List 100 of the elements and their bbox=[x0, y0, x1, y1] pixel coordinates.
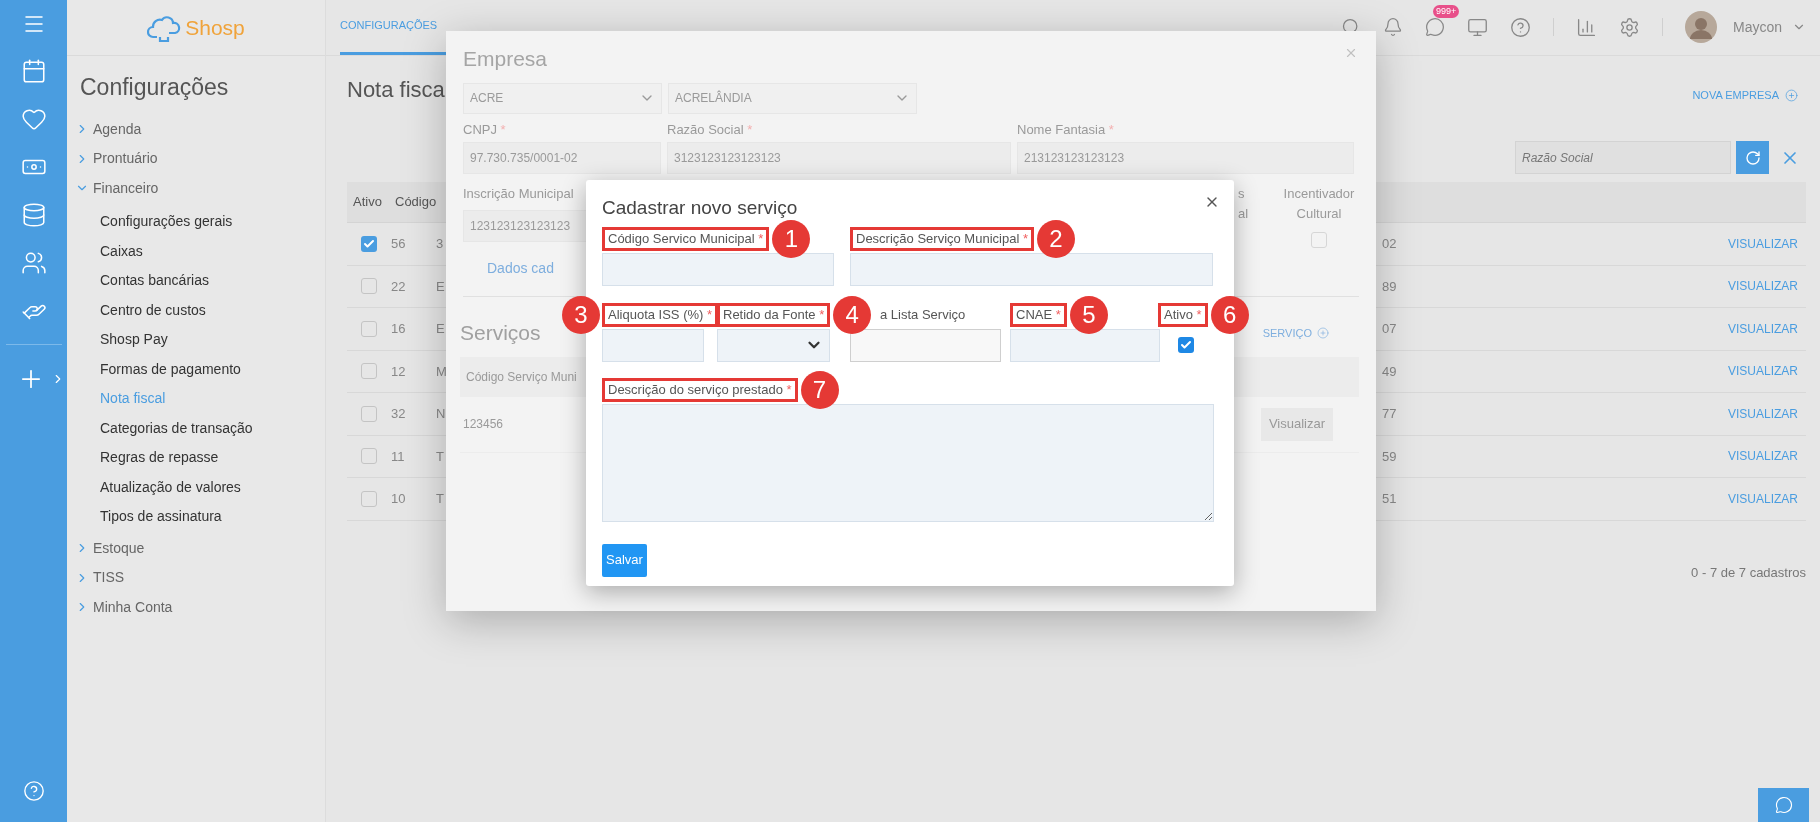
new-company-link[interactable]: NOVA EMPRESA bbox=[1692, 86, 1779, 104]
page-title: Nota fisca bbox=[347, 75, 445, 104]
checkbox[interactable] bbox=[361, 278, 377, 295]
table-cell-text: 22 bbox=[391, 277, 407, 296]
column-header: Código bbox=[394, 193, 437, 212]
chat-icon bbox=[1774, 796, 1793, 814]
field-label: a Lista Serviço bbox=[879, 305, 967, 324]
input-field[interactable] bbox=[602, 252, 834, 286]
people-icon[interactable] bbox=[20, 250, 47, 276]
field-label: CNAE * bbox=[1010, 302, 1067, 327]
sidebar-item[interactable]: Financeiro bbox=[75, 173, 325, 203]
view-button[interactable]: Visualizar bbox=[1260, 407, 1333, 441]
table-cell-text: 10 bbox=[391, 490, 407, 508]
sidebar-item[interactable]: Minha Conta bbox=[75, 592, 325, 622]
bell-icon[interactable] bbox=[1382, 17, 1403, 37]
table-cell-text: E bbox=[436, 320, 446, 338]
sidebar-item[interactable]: Agenda bbox=[75, 114, 325, 144]
plus-circle-icon[interactable] bbox=[1785, 88, 1798, 102]
refresh-button[interactable] bbox=[1736, 141, 1769, 174]
table-cell-text: T bbox=[436, 490, 445, 508]
checkbox[interactable] bbox=[361, 448, 377, 465]
column-header: Código Serviço Muni bbox=[465, 368, 577, 386]
chat-button[interactable] bbox=[1758, 788, 1809, 822]
column-header: Ativo bbox=[352, 193, 383, 212]
annotation-marker: 4 bbox=[833, 295, 872, 334]
checkbox[interactable] bbox=[361, 320, 377, 337]
view-link[interactable]: VISUALIZAR bbox=[1727, 277, 1798, 296]
settings-icon[interactable] bbox=[1618, 16, 1640, 38]
table-cell-text: 56 bbox=[391, 235, 407, 253]
chart-icon[interactable] bbox=[1575, 16, 1597, 38]
save-button[interactable]: Salvar bbox=[602, 543, 647, 577]
select-field[interactable]: ACRE bbox=[463, 82, 662, 114]
input-field[interactable]: 213123123123123 bbox=[1017, 142, 1354, 174]
table-cell-text: 49 bbox=[1382, 362, 1397, 381]
input-field[interactable] bbox=[850, 252, 1213, 286]
sidebar-subitem[interactable]: Configurações gerais bbox=[100, 207, 325, 237]
chat-icon[interactable] bbox=[1424, 17, 1445, 37]
check-icon bbox=[363, 237, 375, 250]
input-field[interactable]: 3123123123123123 bbox=[667, 142, 1011, 174]
table-cell-text: N bbox=[436, 405, 446, 423]
checkbox[interactable] bbox=[1311, 232, 1327, 248]
sidebar-subitem[interactable]: Nota fiscal bbox=[100, 384, 325, 414]
sidebar-subitem[interactable]: Categorias de transação bbox=[100, 413, 325, 443]
sidebar-item[interactable]: TISS bbox=[75, 563, 325, 593]
sidebar-subitem[interactable]: Tipos de assinatura bbox=[100, 502, 325, 532]
select-field[interactable] bbox=[717, 328, 830, 362]
input-field[interactable]: 97.730.735/0001-02 bbox=[463, 142, 661, 174]
table-cell-text: 3 bbox=[436, 235, 445, 253]
calendar-icon[interactable] bbox=[20, 58, 47, 84]
table-cell-text: E bbox=[436, 277, 446, 296]
sidebar-item[interactable]: Prontuário bbox=[75, 144, 325, 174]
table-cell-text: 02 bbox=[1382, 235, 1397, 253]
monitor-icon[interactable] bbox=[1466, 16, 1488, 38]
field-label: Inscrição Municipal bbox=[463, 185, 575, 203]
pagination-info: 0 - 7 de 7 cadastros bbox=[1691, 563, 1806, 582]
table-cell-text: M bbox=[436, 362, 446, 381]
table-cell-text: 123456 bbox=[462, 416, 504, 433]
table-cell-text: 59 bbox=[1382, 447, 1397, 466]
field-label: Descrição do serviço prestado * bbox=[602, 377, 798, 402]
view-link[interactable]: VISUALIZAR bbox=[1727, 234, 1798, 253]
view-link[interactable]: VISUALIZAR bbox=[1727, 447, 1798, 466]
avatar[interactable] bbox=[1684, 11, 1717, 43]
view-link[interactable]: VISUALIZAR bbox=[1727, 489, 1798, 508]
sidebar-subitem[interactable]: Regras de repasse bbox=[100, 443, 325, 473]
search-field[interactable]: Razão Social bbox=[1515, 141, 1731, 174]
count-badge: 999+ bbox=[1432, 5, 1460, 18]
select-field[interactable]: ACRELÂNDIA bbox=[668, 82, 917, 114]
sidebar-subitem[interactable]: Shosp Pay bbox=[100, 325, 325, 355]
input-field[interactable] bbox=[602, 328, 704, 362]
field-label: s al bbox=[1237, 185, 1250, 223]
field-label: Descrição Serviço Municipal * bbox=[850, 226, 1034, 251]
sidebar-subitem[interactable]: Formas de pagamento bbox=[100, 354, 325, 384]
table-cell-text: 12 bbox=[391, 362, 407, 381]
checkbox[interactable] bbox=[361, 490, 377, 507]
sidebar-item[interactable]: Estoque bbox=[75, 533, 325, 563]
help-icon[interactable] bbox=[1509, 16, 1531, 38]
view-link[interactable]: VISUALIZAR bbox=[1727, 319, 1798, 338]
section-title: Serviços bbox=[460, 320, 541, 346]
add-service-link[interactable]: SERVIÇO bbox=[1262, 324, 1312, 341]
input-field[interactable] bbox=[1010, 328, 1160, 362]
help-icon[interactable] bbox=[22, 780, 45, 802]
table-cell-text: 16 bbox=[391, 320, 407, 338]
sidebar-subitem[interactable]: Atualização de valores bbox=[100, 472, 325, 502]
checkbox[interactable] bbox=[361, 405, 377, 422]
user-name[interactable]: Maycon bbox=[1732, 16, 1782, 38]
data-link[interactable]: Dados cad bbox=[487, 258, 554, 279]
database-icon[interactable] bbox=[20, 202, 47, 228]
table-cell-text: 51 bbox=[1382, 490, 1397, 508]
table-cell-text: 89 bbox=[1382, 277, 1397, 296]
view-link[interactable]: VISUALIZAR bbox=[1727, 404, 1798, 423]
sidebar-subitem[interactable]: Caixas bbox=[100, 236, 325, 266]
sidebar-subitem[interactable]: Contas bancárias bbox=[100, 266, 325, 296]
checkbox[interactable] bbox=[1178, 337, 1194, 353]
heart-icon[interactable] bbox=[20, 106, 47, 132]
view-link[interactable]: VISUALIZAR bbox=[1727, 362, 1798, 381]
plus-circle-icon[interactable] bbox=[1317, 326, 1329, 339]
checkbox[interactable] bbox=[361, 235, 377, 252]
checkbox[interactable] bbox=[361, 363, 377, 380]
table-cell-text: 07 bbox=[1382, 320, 1397, 338]
sidebar-subitem[interactable]: Centro de custos bbox=[100, 295, 325, 325]
